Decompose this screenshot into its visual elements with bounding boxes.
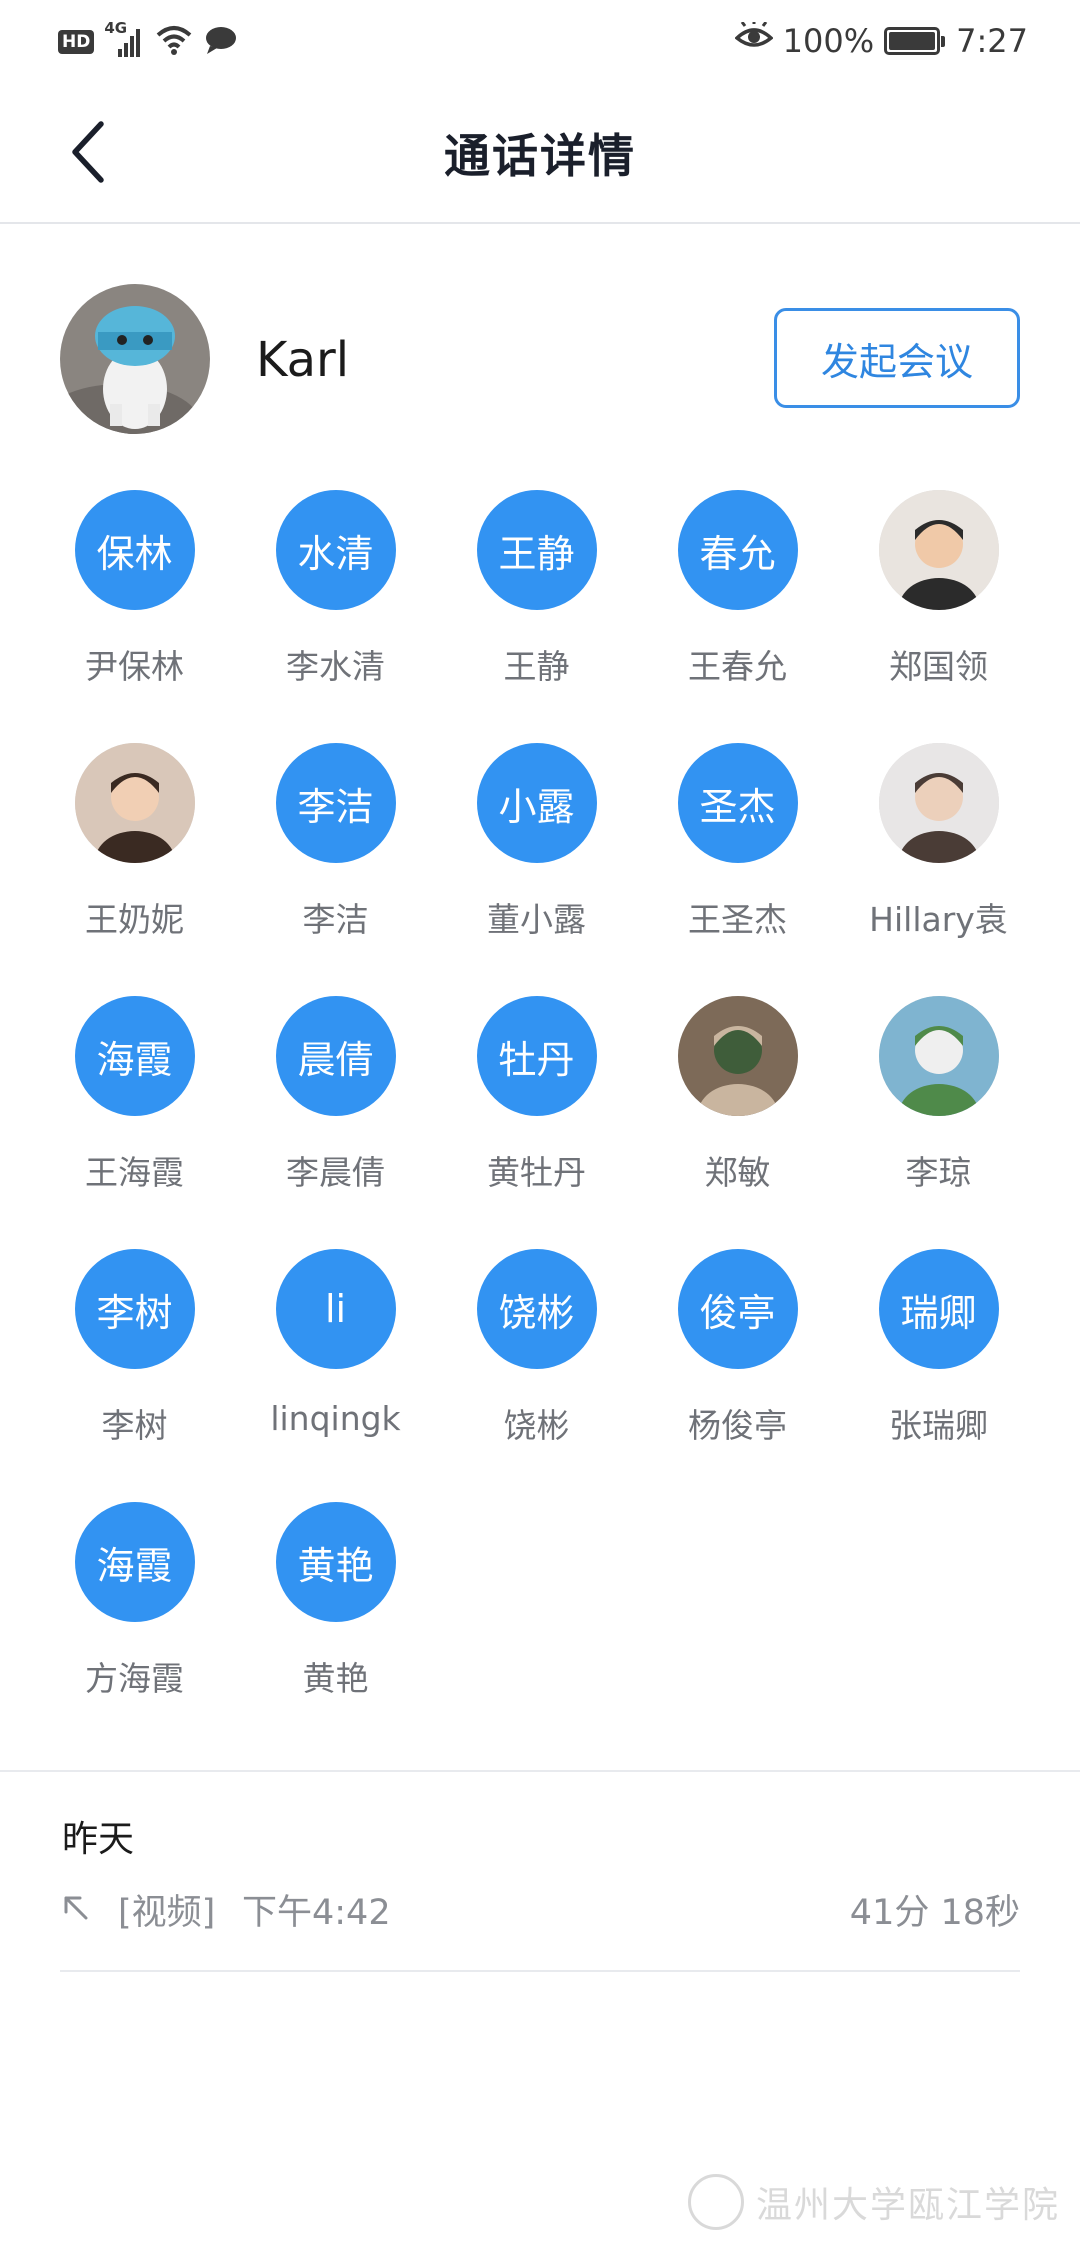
participant-initials-avatar: 牡丹 xyxy=(476,996,597,1116)
participant-initials-avatar: 饶彬 xyxy=(476,1249,597,1369)
record-type: [视频] xyxy=(118,1893,216,1933)
participant-item[interactable]: 海霞 方海霞 xyxy=(34,1502,235,1755)
participant-photo-avatar xyxy=(878,743,999,863)
participant-photo-avatar xyxy=(677,996,798,1116)
participant-initials-avatar: 李洁 xyxy=(275,743,396,863)
participant-initials-avatar: 圣杰 xyxy=(677,743,798,863)
participant-item[interactable]: 王静 王静 xyxy=(436,490,637,743)
battery-icon xyxy=(884,27,946,55)
participant-item[interactable]: 郑国领 xyxy=(838,490,1039,743)
participant-item[interactable]: Hillary袁 xyxy=(838,743,1039,996)
participants-grid: 保林 尹保林 水清 李水清 王静 王静 春允 王春允 郑国领 王奶妮 李洁 李洁 小露 董小露 圣杰 王圣杰 H… xyxy=(34,490,1046,1755)
participant-name: 李琼 xyxy=(905,1153,972,1192)
record-day: 昨天 xyxy=(62,1819,135,1860)
start-meeting-button[interactable]: 发起会议 xyxy=(774,308,1020,408)
status-bar: HD 4G 100% 7:27 xyxy=(0,0,1080,80)
record-duration: 41分 18秒 xyxy=(849,1893,1020,1933)
contact-header: Karl 发起会议 xyxy=(0,224,1080,440)
participant-initials-avatar: 小露 xyxy=(476,743,597,863)
participant-item[interactable]: 李琼 xyxy=(838,996,1039,1249)
participant-item[interactable]: 春允 王春允 xyxy=(637,490,838,743)
participant-item[interactable]: 晨倩 李晨倩 xyxy=(235,996,436,1249)
participant-item[interactable]: 水清 李水清 xyxy=(235,490,436,743)
participant-initials-avatar: 保林 xyxy=(74,490,195,610)
signal-icon: 4G xyxy=(104,19,144,59)
participant-photo-avatar xyxy=(74,743,195,863)
participant-name: 董小露 xyxy=(487,900,586,939)
participant-initials-avatar: 海霞 xyxy=(74,1502,195,1622)
contact-avatar[interactable] xyxy=(60,284,210,434)
record-time: 下午4:42 xyxy=(242,1893,391,1933)
participant-photo-avatar xyxy=(878,996,999,1116)
participant-item[interactable]: 小露 董小露 xyxy=(436,743,637,996)
wifi-icon xyxy=(154,23,194,61)
participant-initials-avatar: 王静 xyxy=(476,490,597,610)
participant-name: 王静 xyxy=(503,647,570,686)
participant-initials-avatar: 晨倩 xyxy=(275,996,396,1116)
watermark: 温州大学瓯江学院 xyxy=(687,2174,1060,2230)
participant-initials-avatar: 俊亭 xyxy=(677,1249,798,1369)
participant-initials-avatar: 瑞卿 xyxy=(878,1249,999,1369)
participant-name: 黄牡丹 xyxy=(487,1153,586,1192)
participant-name: 方海霞 xyxy=(85,1659,184,1698)
participant-item[interactable]: 保林 尹保林 xyxy=(34,490,235,743)
hd-icon: HD xyxy=(58,30,95,54)
participant-name: linqingk xyxy=(270,1399,401,1438)
cat-photo-image xyxy=(60,284,210,434)
participant-item[interactable]: 黄艳 黄艳 xyxy=(235,1502,436,1755)
school-seal-icon xyxy=(687,2174,744,2230)
participant-name: 尹保林 xyxy=(85,647,184,686)
battery-percent: 100% xyxy=(782,22,875,60)
participant-name: 郑敏 xyxy=(704,1153,771,1192)
participant-item[interactable]: 牡丹 黄牡丹 xyxy=(436,996,637,1249)
participant-item[interactable]: 王奶妮 xyxy=(34,743,235,996)
status-right: 100% 7:27 xyxy=(734,16,1028,66)
eye-comfort-icon xyxy=(734,20,774,60)
participant-name: 黄艳 xyxy=(302,1659,369,1698)
page-title: 通话详情 xyxy=(444,129,636,183)
participant-name: 王圣杰 xyxy=(688,900,787,939)
participant-item[interactable]: 李洁 李洁 xyxy=(235,743,436,996)
participant-name: 王奶妮 xyxy=(85,900,184,939)
outgoing-call-arrow-icon xyxy=(64,1896,88,1920)
participant-name: 李水清 xyxy=(286,647,385,686)
participant-name: 张瑞卿 xyxy=(889,1406,988,1445)
battery-level xyxy=(889,32,936,50)
watermark-text: 温州大学瓯江学院 xyxy=(755,2185,1060,2226)
participant-name: 饶彬 xyxy=(503,1406,570,1445)
clock: 7:27 xyxy=(956,22,1028,60)
participant-item[interactable]: li linqingk xyxy=(235,1249,436,1502)
participant-name: 李晨倩 xyxy=(286,1153,385,1192)
participant-item[interactable]: 李树 李树 xyxy=(34,1249,235,1502)
nav-bar: 通话详情 xyxy=(0,80,1080,224)
participant-item[interactable]: 瑞卿 张瑞卿 xyxy=(838,1249,1039,1502)
record-line: [视频] 下午4:42 41分 18秒 xyxy=(60,1884,1020,1934)
participant-initials-avatar: 黄艳 xyxy=(275,1502,396,1622)
participant-initials-avatar: 海霞 xyxy=(74,996,195,1116)
participant-name: 李树 xyxy=(101,1406,168,1445)
participant-name: Hillary袁 xyxy=(869,900,1008,939)
participant-name: 王海霞 xyxy=(85,1153,184,1192)
participant-item[interactable]: 郑敏 xyxy=(637,996,838,1249)
participant-name: 郑国领 xyxy=(889,647,988,686)
message-icon xyxy=(204,24,238,60)
call-record[interactable]: 昨天 [视频] 下午4:42 41分 18秒 xyxy=(60,1810,1020,1972)
participant-initials-avatar: 春允 xyxy=(677,490,798,610)
participant-item[interactable]: 俊亭 杨俊亭 xyxy=(637,1249,838,1502)
participant-initials-avatar: 李树 xyxy=(74,1249,195,1369)
contact-name: Karl xyxy=(256,332,350,388)
participant-name: 王春允 xyxy=(688,647,787,686)
participant-name: 李洁 xyxy=(302,900,369,939)
participant-photo-avatar xyxy=(878,490,999,610)
participant-initials-avatar: 水清 xyxy=(275,490,396,610)
section-divider xyxy=(0,1770,1080,1772)
status-left: HD 4G xyxy=(58,19,238,62)
participant-item[interactable]: 海霞 王海霞 xyxy=(34,996,235,1249)
participant-item[interactable]: 圣杰 王圣杰 xyxy=(637,743,838,996)
participant-item[interactable]: 饶彬 饶彬 xyxy=(436,1249,637,1502)
participant-name: 杨俊亭 xyxy=(688,1406,787,1445)
participant-initials-avatar: li xyxy=(275,1249,396,1369)
